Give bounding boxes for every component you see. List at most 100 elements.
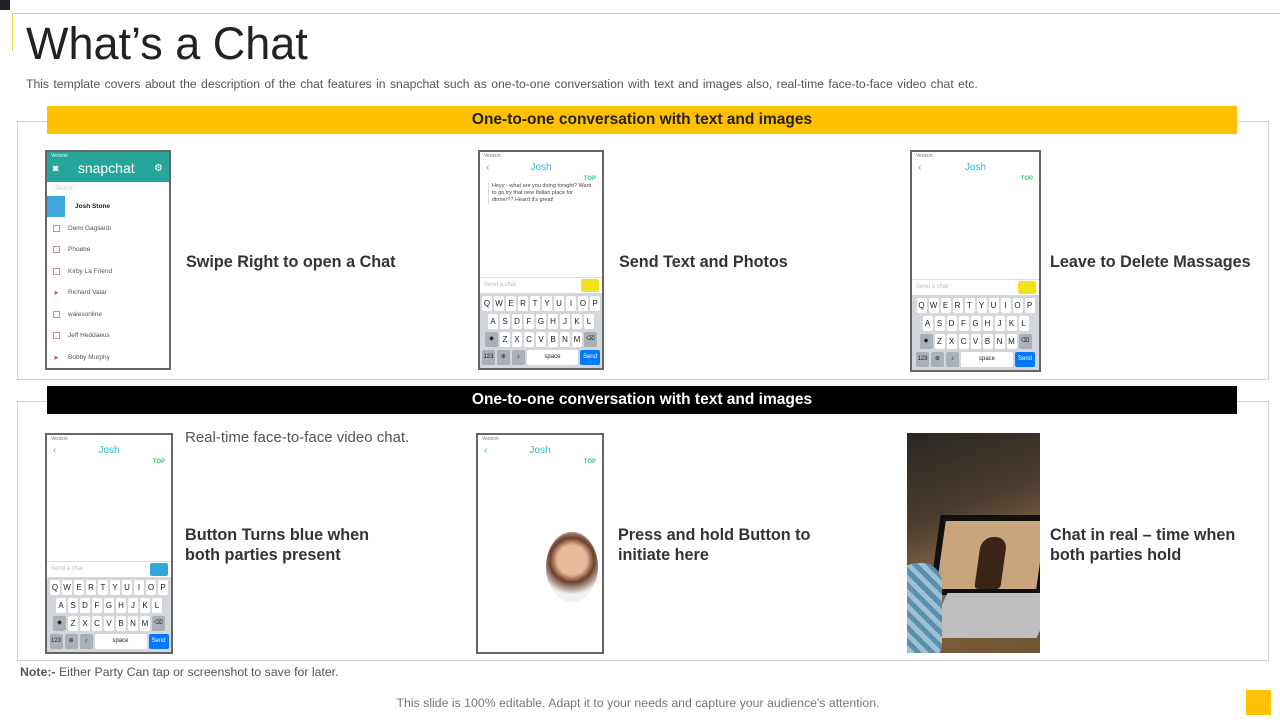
sent-arrow-icon: ➤: [53, 354, 59, 362]
key: P: [590, 296, 600, 311]
back-icon: ‹: [484, 445, 488, 456]
gear-icon: ⚙: [154, 162, 163, 174]
contact-name: Richard Valar: [68, 289, 107, 297]
contact-name: Demi Gagliardi: [68, 224, 111, 232]
send-key: Send: [1015, 352, 1035, 367]
key: I: [1000, 298, 1011, 313]
key: K: [140, 598, 150, 613]
key: C: [92, 616, 102, 631]
status-bar: Verizon: [51, 153, 68, 159]
status-bar: Verizon: [482, 436, 499, 442]
back-icon: ‹: [486, 162, 490, 173]
key: U: [122, 580, 132, 595]
key: T: [964, 298, 975, 313]
contact-name: Josh: [530, 162, 552, 173]
phone-chat-list: Verizon ◙ snapchat ⚙ Search Josh Stone De…: [45, 150, 171, 370]
numbers-key: 123: [482, 350, 495, 365]
chat-square-icon: [53, 310, 60, 318]
key: V: [970, 334, 981, 349]
side-rule: [12, 13, 13, 51]
delete-key: ⌫: [1018, 334, 1032, 349]
key: X: [80, 616, 90, 631]
key: I: [134, 580, 144, 595]
contact-item: ➤ Richard Valar: [47, 282, 169, 304]
space-key: space: [94, 634, 147, 649]
send-button: [150, 563, 168, 576]
space-key: space: [961, 352, 1013, 367]
key: O: [1012, 298, 1023, 313]
contact-item: Jeff Heddaeus: [47, 325, 169, 347]
key: E: [506, 296, 516, 311]
key: K: [572, 314, 582, 329]
key: L: [152, 598, 162, 613]
key: U: [988, 298, 999, 313]
shift-key: ◆: [919, 334, 933, 349]
key: T: [530, 296, 540, 311]
contact-item: Phoebe: [47, 239, 169, 261]
key: F: [958, 316, 969, 331]
mic-icon: ♪: [946, 352, 959, 367]
page-subtitle: This template covers about the descripti…: [26, 77, 978, 91]
contact-item: ➤ Bobby Murphy: [47, 347, 169, 369]
key: B: [116, 616, 126, 631]
globe-icon: ⊕: [931, 352, 944, 367]
section-1-banner: One-to-one conversation with text and im…: [47, 106, 1237, 134]
shift-key: ◆: [53, 616, 66, 631]
app-name: snapchat: [77, 160, 135, 176]
note-text: Either Party Can tap or screenshot to sa…: [55, 665, 339, 679]
contact-item: Kirby La Friend: [47, 261, 169, 283]
top-label: TOP: [1020, 176, 1033, 182]
section-1-box: [17, 121, 1269, 380]
key: L: [584, 314, 594, 329]
key: T: [98, 580, 108, 595]
key: V: [536, 332, 546, 347]
numbers-key: 123: [916, 352, 929, 367]
key: N: [128, 616, 138, 631]
contact-name: Josh: [964, 162, 987, 173]
contact-name: Phoebe: [68, 246, 91, 254]
camera-icon: ◙: [53, 163, 59, 173]
top-label: TOP: [152, 459, 165, 465]
key: Z: [934, 334, 945, 349]
key: E: [74, 580, 84, 595]
delete-key: ⌫: [152, 616, 165, 631]
phone-send-text: Verizon ‹ Josh TOP Heyy - what are you doing…: [478, 150, 604, 370]
send-key: Send: [580, 350, 601, 365]
send-placeholder: Send a chat: [51, 566, 84, 572]
key: D: [946, 316, 957, 331]
key: H: [116, 598, 126, 613]
sent-arrow-icon: ➤: [53, 290, 59, 298]
section-2-banner: One-to-one conversation with text and im…: [47, 386, 1237, 414]
key: Y: [110, 580, 120, 595]
chat-square-icon: [53, 246, 60, 254]
top-rule: [12, 13, 1280, 14]
contact-name: Bobby Murphy: [68, 353, 110, 361]
key: A: [922, 316, 933, 331]
key: M: [140, 616, 150, 631]
key: W: [62, 580, 72, 595]
key: V: [104, 616, 114, 631]
section-2-intro: Real-time face-to-face video chat.: [185, 429, 410, 446]
key: B: [548, 332, 558, 347]
contact-name: walesonline: [68, 310, 102, 318]
globe-icon: ⊕: [496, 350, 510, 365]
key: X: [946, 334, 957, 349]
key: D: [512, 314, 522, 329]
key: J: [128, 598, 138, 613]
item-label: Send Text and Photos: [619, 253, 788, 271]
key: G: [104, 598, 114, 613]
laptop-keyboard: [926, 593, 1040, 638]
send-button: [581, 279, 599, 292]
numbers-key: 123: [49, 634, 63, 649]
note-label: Note:-: [20, 665, 56, 679]
key: B: [982, 334, 993, 349]
video-call-photo: [907, 433, 1040, 653]
key: Q: [50, 580, 60, 595]
key: R: [86, 580, 96, 595]
key: D: [80, 598, 90, 613]
send-chat-input: Send a chat: [480, 277, 602, 293]
face-preview: [546, 532, 598, 602]
chat-square-icon: [53, 332, 60, 340]
item-label: Press and hold Button to initiate here: [618, 526, 811, 564]
key: N: [994, 334, 1005, 349]
